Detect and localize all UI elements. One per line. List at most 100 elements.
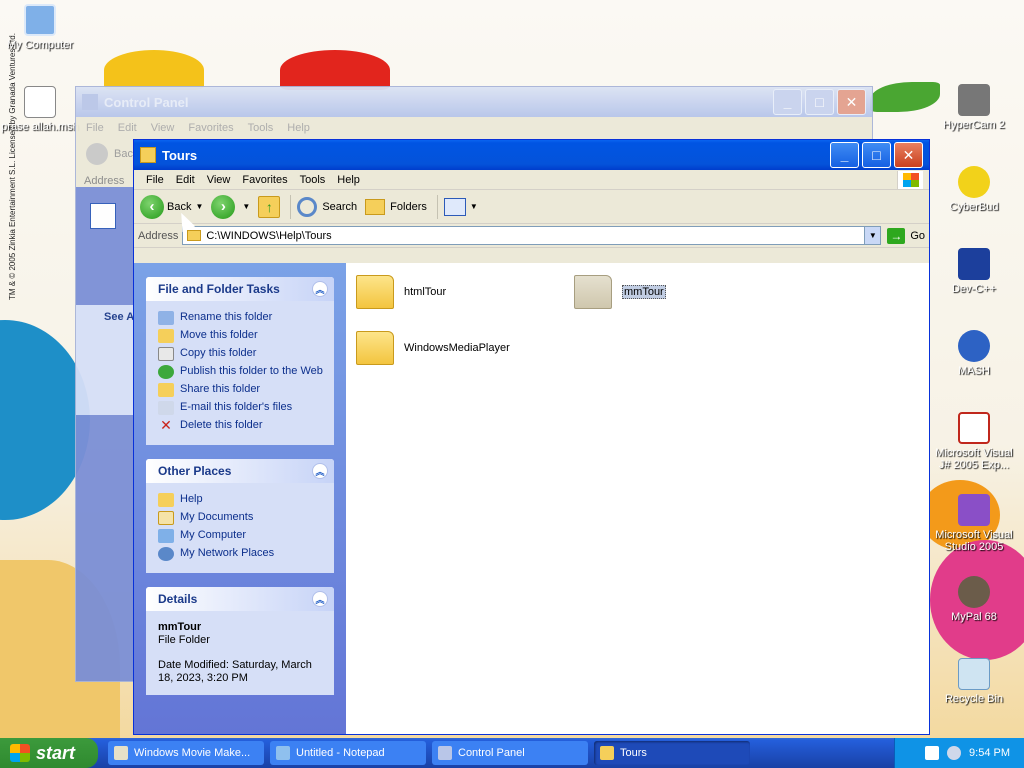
system-tray: 9:54 PM [894, 738, 1024, 768]
back-arrow-icon[interactable] [86, 143, 108, 165]
search-button[interactable]: Search [297, 196, 357, 217]
desktop-icon-hypercam[interactable]: HyperCam 2 [934, 84, 1014, 131]
taskbar: start Windows Movie Make... Untitled - N… [0, 738, 1024, 768]
maximize-button[interactable]: □ [805, 89, 834, 115]
menu-help[interactable]: Help [331, 174, 366, 186]
folder-icon [140, 147, 156, 163]
views-dropdown-icon[interactable]: ▼ [470, 202, 478, 211]
menu-favorites[interactable]: Favorites [236, 174, 293, 186]
details-header[interactable]: Details ︽ [146, 587, 334, 611]
windows-flag-icon [10, 744, 30, 762]
desktop-icon-mash[interactable]: MASH [934, 330, 1014, 377]
desktop-icon-visual-studio[interactable]: Microsoft Visual Studio 2005 [934, 494, 1014, 553]
details-type: File Folder [158, 634, 210, 646]
details-body: mmTour File Folder Date Modified: Saturd… [146, 611, 334, 695]
menu-edit[interactable]: Edit [118, 122, 137, 134]
minimize-button[interactable]: _ [773, 89, 802, 115]
address-dropdown-icon[interactable]: ▼ [864, 227, 881, 244]
folder-item[interactable]: WindowsMediaPlayer [356, 331, 510, 365]
taskbar-item-tours[interactable]: Tours [594, 741, 750, 765]
forward-arrow-icon: › [211, 194, 236, 219]
up-folder-button[interactable]: ↑ [258, 195, 281, 218]
file-folder-tasks-panel: File and Folder Tasks ︽ Rename this fold… [146, 277, 334, 445]
desktop-icon-my-computer[interactable]: My Computer [0, 4, 80, 51]
address-value: C:\WINDOWS\Help\Tours [206, 229, 332, 242]
back-dropdown-icon[interactable]: ▼ [195, 202, 203, 211]
standard-toolbar: ‹ Back ▼ › ▼ ↑ Search Folders ▼ [134, 190, 929, 224]
task-delete-folder[interactable]: ✕ Delete this folder [158, 418, 324, 433]
task-email-files[interactable]: E-mail this folder's files [158, 401, 324, 415]
menu-tools[interactable]: Tools [248, 122, 274, 134]
forward-dropdown-icon[interactable]: ▼ [242, 202, 250, 211]
folder-item-selected[interactable]: mmTour [574, 275, 666, 309]
desktop-icon-recycle-bin[interactable]: Recycle Bin [934, 658, 1014, 705]
desktop-icon-vjsharp[interactable]: Microsoft Visual J# 2005 Exp... [934, 412, 1014, 471]
forward-button[interactable]: › ▼ [211, 194, 250, 219]
folder-icon [158, 493, 174, 507]
devcpp-icon [958, 248, 990, 280]
place-help[interactable]: Help [158, 493, 324, 507]
desktop-icon-prase-allah[interactable]: prase allah.msh [0, 86, 80, 133]
notepad-icon [276, 746, 290, 760]
copy-icon [158, 347, 174, 361]
task-copy-folder[interactable]: Copy this folder [158, 347, 324, 361]
tours-window[interactable]: Tours _ □ ✕ File Edit View Favorites Too… [133, 139, 930, 735]
folders-button[interactable]: Folders [365, 198, 427, 215]
show-hidden-icons-icon[interactable] [947, 746, 962, 760]
task-rename-folder[interactable]: Rename this folder [158, 311, 324, 325]
back-button[interactable]: ‹ Back ▼ [140, 194, 203, 219]
clock[interactable]: 9:54 PM [969, 747, 1010, 759]
task-move-folder[interactable]: Move this folder [158, 329, 324, 343]
other-places-header[interactable]: Other Places ︽ [146, 459, 334, 483]
rename-icon [158, 311, 174, 325]
go-label: Go [910, 229, 925, 242]
toolbar-separator [436, 194, 438, 219]
folder-name: mmTour [622, 285, 666, 299]
taskbar-item-label: Tours [620, 747, 647, 759]
window-title: Tours [162, 147, 198, 163]
collapse-chevron-icon[interactable]: ︽ [312, 281, 328, 297]
taskbar-item-control-panel[interactable]: Control Panel [432, 741, 588, 765]
menu-favorites[interactable]: Favorites [188, 122, 233, 134]
control-panel-titlebar[interactable]: Control Panel _ □ ✕ [76, 87, 872, 117]
collapse-chevron-icon[interactable]: ︽ [312, 463, 328, 479]
document-icon [24, 86, 56, 118]
file-list-view[interactable]: htmlTour mmTour WindowsMediaPlayer [346, 263, 929, 734]
taskbar-item-movie-maker[interactable]: Windows Movie Make... [108, 741, 264, 765]
menu-help[interactable]: Help [287, 122, 310, 134]
start-button[interactable]: start [0, 738, 98, 768]
folder-item[interactable]: htmlTour [356, 275, 446, 309]
close-button[interactable]: ✕ [894, 142, 923, 168]
place-my-network-places[interactable]: My Network Places [158, 547, 324, 561]
panel-title: Details [158, 592, 198, 606]
file-folder-tasks-header[interactable]: File and Folder Tasks ︽ [146, 277, 334, 301]
task-label: Copy this folder [180, 347, 257, 359]
menu-file[interactable]: File [140, 174, 170, 186]
place-my-documents[interactable]: My Documents [158, 511, 324, 525]
task-share-folder[interactable]: Share this folder [158, 383, 324, 397]
desktop-icon-mypal[interactable]: MyPal 68 [934, 576, 1014, 623]
desktop-icon-devcpp[interactable]: Dev-C++ [934, 248, 1014, 295]
menu-edit[interactable]: Edit [170, 174, 201, 186]
task-publish-folder[interactable]: Publish this folder to the Web [158, 365, 324, 379]
taskbar-item-notepad[interactable]: Untitled - Notepad [270, 741, 426, 765]
maximize-button[interactable]: □ [862, 142, 891, 168]
wallpaper-watermark: TM & © 2005 Zinkia Entertainment S.L. Li… [8, 33, 17, 300]
go-button[interactable]: → Go [887, 227, 925, 244]
help-icon[interactable] [925, 746, 940, 760]
collapse-chevron-icon[interactable]: ︽ [312, 591, 328, 607]
minimize-button[interactable]: _ [830, 142, 859, 168]
close-button[interactable]: ✕ [837, 89, 866, 115]
up-folder-icon: ↑ [258, 195, 281, 218]
address-input[interactable]: C:\WINDOWS\Help\Tours ▼ [182, 226, 882, 245]
place-my-computer[interactable]: My Computer [158, 529, 324, 543]
views-button[interactable]: ▼ [443, 197, 478, 216]
desktop-icon-label: Microsoft Visual Studio 2005 [935, 529, 1013, 553]
tours-titlebar[interactable]: Tours _ □ ✕ [134, 140, 929, 170]
menu-view[interactable]: View [201, 174, 237, 186]
menu-file[interactable]: File [86, 122, 104, 134]
menu-tools[interactable]: Tools [294, 174, 332, 186]
menu-view[interactable]: View [151, 122, 175, 134]
views-icon [443, 197, 466, 216]
desktop-icon-cyberbud[interactable]: CyberBud [934, 166, 1014, 213]
